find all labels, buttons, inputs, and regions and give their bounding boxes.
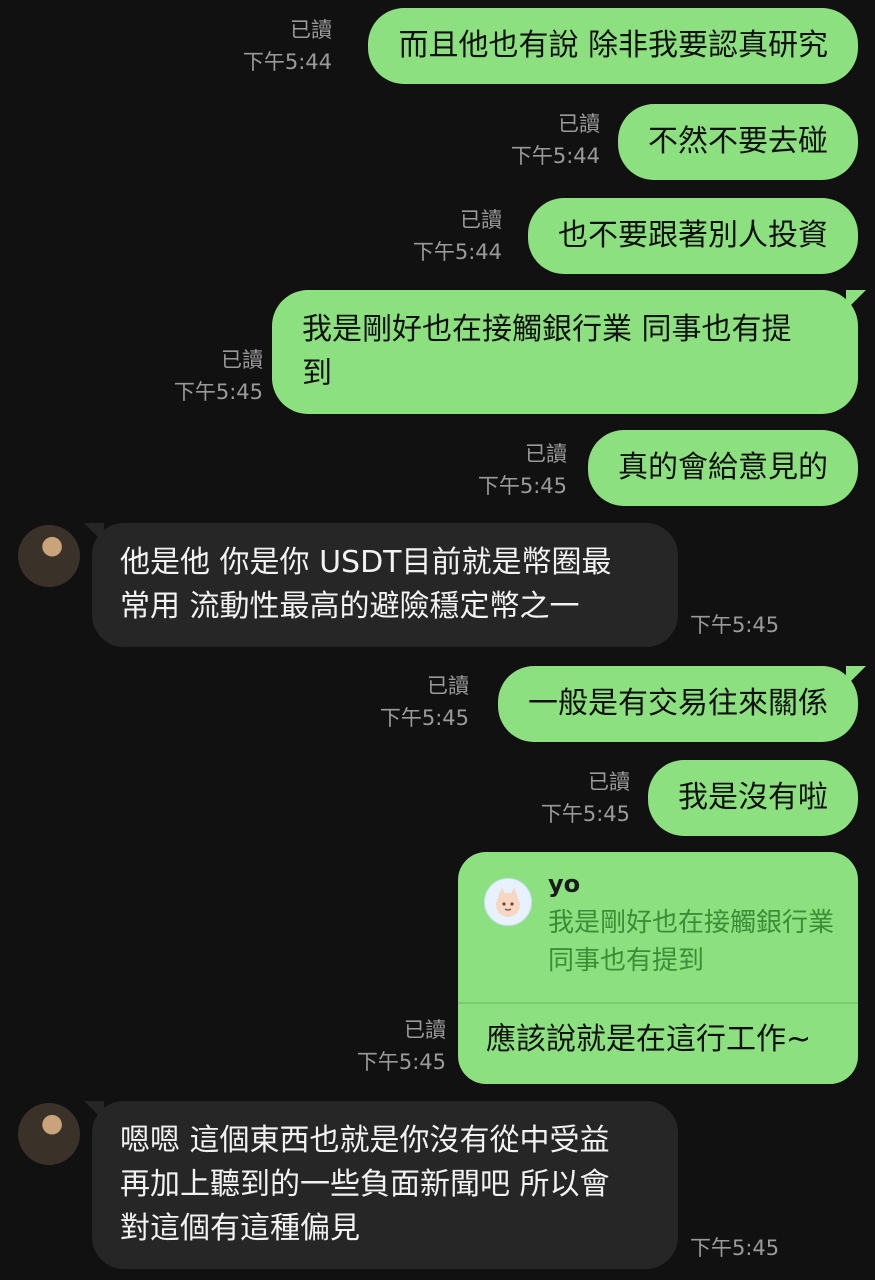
message-text-line: 對這個有這種偏見	[120, 1211, 360, 1246]
message-text: 真的會給意見的	[618, 450, 828, 485]
message-text-line: 再加上聽到的一些負面新聞吧 所以會	[120, 1167, 610, 1202]
message-meta: 已讀 下午5:45	[510, 766, 630, 830]
timestamp: 下午5:45	[379, 706, 469, 730]
message-text: 也不要跟著別人投資	[558, 218, 828, 253]
message-text-line: 他是他 你是你 USDT目前就是幣圈最	[120, 545, 612, 580]
message-row: 已讀 下午5:45 一般是有交易往來關係	[0, 662, 875, 754]
outgoing-bubble[interactable]: 一般是有交易往來關係	[498, 666, 858, 742]
read-status: 已讀	[404, 1018, 446, 1042]
timestamp: 下午5:45	[690, 1236, 780, 1260]
quoted-text: 我是剛好也在接觸銀行業 同事也有提到	[548, 904, 834, 980]
read-status: 已讀	[221, 348, 263, 372]
message-text-line: 常用 流動性最高的避險穩定幣之一	[120, 589, 580, 624]
outgoing-bubble[interactable]: 我是沒有啦	[648, 760, 858, 836]
message-text: 一般是有交易往來關係	[528, 686, 828, 721]
message-text-line: 到	[302, 356, 332, 391]
message-row: 嗯嗯 這個東西也就是你沒有從中受益 再加上聽到的一些負面新聞吧 所以會 對這個有…	[0, 1101, 875, 1276]
read-status: 已讀	[525, 442, 567, 466]
quoted-message[interactable]: yo 我是剛好也在接觸銀行業 同事也有提到	[458, 852, 858, 1004]
quoted-text-line: 同事也有提到	[548, 946, 705, 976]
message-meta: 已讀 下午5:44	[382, 204, 502, 268]
read-status: 已讀	[460, 208, 502, 232]
timestamp: 下午5:44	[242, 50, 332, 74]
message-meta: 已讀 下午5:45	[326, 1014, 446, 1078]
chat-thread: 已讀 下午5:44 而且他也有說 除非我要認真研究 已讀 下午5:44 不然不要…	[0, 0, 875, 1280]
timestamp: 下午5:45	[173, 380, 263, 404]
message-row: 已讀 下午5:44 而且他也有說 除非我要認真研究	[0, 0, 875, 96]
read-status: 已讀	[290, 18, 332, 42]
timestamp: 下午5:45	[477, 474, 567, 498]
timestamp: 下午5:44	[510, 144, 600, 168]
contact-avatar[interactable]	[18, 1103, 80, 1165]
timestamp: 下午5:45	[690, 613, 780, 637]
timestamp: 下午5:45	[540, 802, 630, 826]
message-meta: 已讀 下午5:45	[447, 438, 567, 502]
message-text: 不然不要去碰	[648, 124, 828, 159]
message-text: 而且他也有說 除非我要認真研究	[398, 28, 828, 63]
message-row: 已讀 下午5:44 也不要跟著別人投資	[0, 192, 875, 288]
reply-bubble[interactable]: yo 我是剛好也在接觸銀行業 同事也有提到 應該說就是在這行工作~	[458, 852, 858, 1084]
read-status: 已讀	[427, 674, 469, 698]
cat-avatar-icon	[496, 887, 520, 917]
incoming-bubble[interactable]: 他是他 你是你 USDT目前就是幣圈最 常用 流動性最高的避險穩定幣之一	[92, 523, 678, 647]
timestamp: 下午5:44	[412, 240, 502, 264]
outgoing-bubble[interactable]: 真的會給意見的	[588, 430, 858, 506]
message-row: 已讀 下午5:44 不然不要去碰	[0, 96, 875, 192]
message-text: 應該說就是在這行工作~	[486, 1022, 812, 1057]
read-status: 已讀	[558, 112, 600, 136]
message-row: 已讀 下午5:45 我是沒有啦	[0, 756, 875, 848]
message-meta: 已讀 下午5:44	[212, 14, 332, 78]
outgoing-bubble[interactable]: 而且他也有說 除非我要認真研究	[368, 8, 858, 84]
message-row: 已讀 下午5:45 我是剛好也在接觸銀行業 同事也有提 到	[0, 290, 875, 416]
message-meta: 已讀 下午5:44	[480, 108, 600, 172]
message-meta: 已讀 下午5:45	[349, 670, 469, 734]
read-status: 已讀	[588, 770, 630, 794]
outgoing-bubble[interactable]: 我是剛好也在接觸銀行業 同事也有提 到	[272, 290, 858, 414]
quoted-user-avatar-icon	[484, 878, 532, 926]
message-row: 他是他 你是你 USDT目前就是幣圈最 常用 流動性最高的避險穩定幣之一 下午5…	[0, 523, 875, 653]
message-row: 已讀 下午5:45 yo 我是剛好也在接觸銀行業 同事也有提到 應該說就是在這行…	[0, 852, 875, 1088]
message-text: 我是沒有啦	[678, 780, 828, 815]
incoming-bubble[interactable]: 嗯嗯 這個東西也就是你沒有從中受益 再加上聽到的一些負面新聞吧 所以會 對這個有…	[92, 1101, 678, 1269]
outgoing-bubble[interactable]: 不然不要去碰	[618, 104, 858, 180]
contact-avatar[interactable]	[18, 525, 80, 587]
outgoing-bubble[interactable]: 也不要跟著別人投資	[528, 198, 858, 274]
quoted-text-line: 我是剛好也在接觸銀行業	[548, 908, 835, 938]
timestamp: 下午5:45	[356, 1050, 446, 1074]
message-row: 已讀 下午5:45 真的會給意見的	[0, 428, 875, 520]
message-meta: 已讀 下午5:45	[143, 344, 263, 408]
message-text-line: 我是剛好也在接觸銀行業 同事也有提	[302, 312, 792, 347]
quoted-user-name: yo	[548, 870, 581, 898]
message-text-line: 嗯嗯 這個東西也就是你沒有從中受益	[120, 1123, 610, 1158]
